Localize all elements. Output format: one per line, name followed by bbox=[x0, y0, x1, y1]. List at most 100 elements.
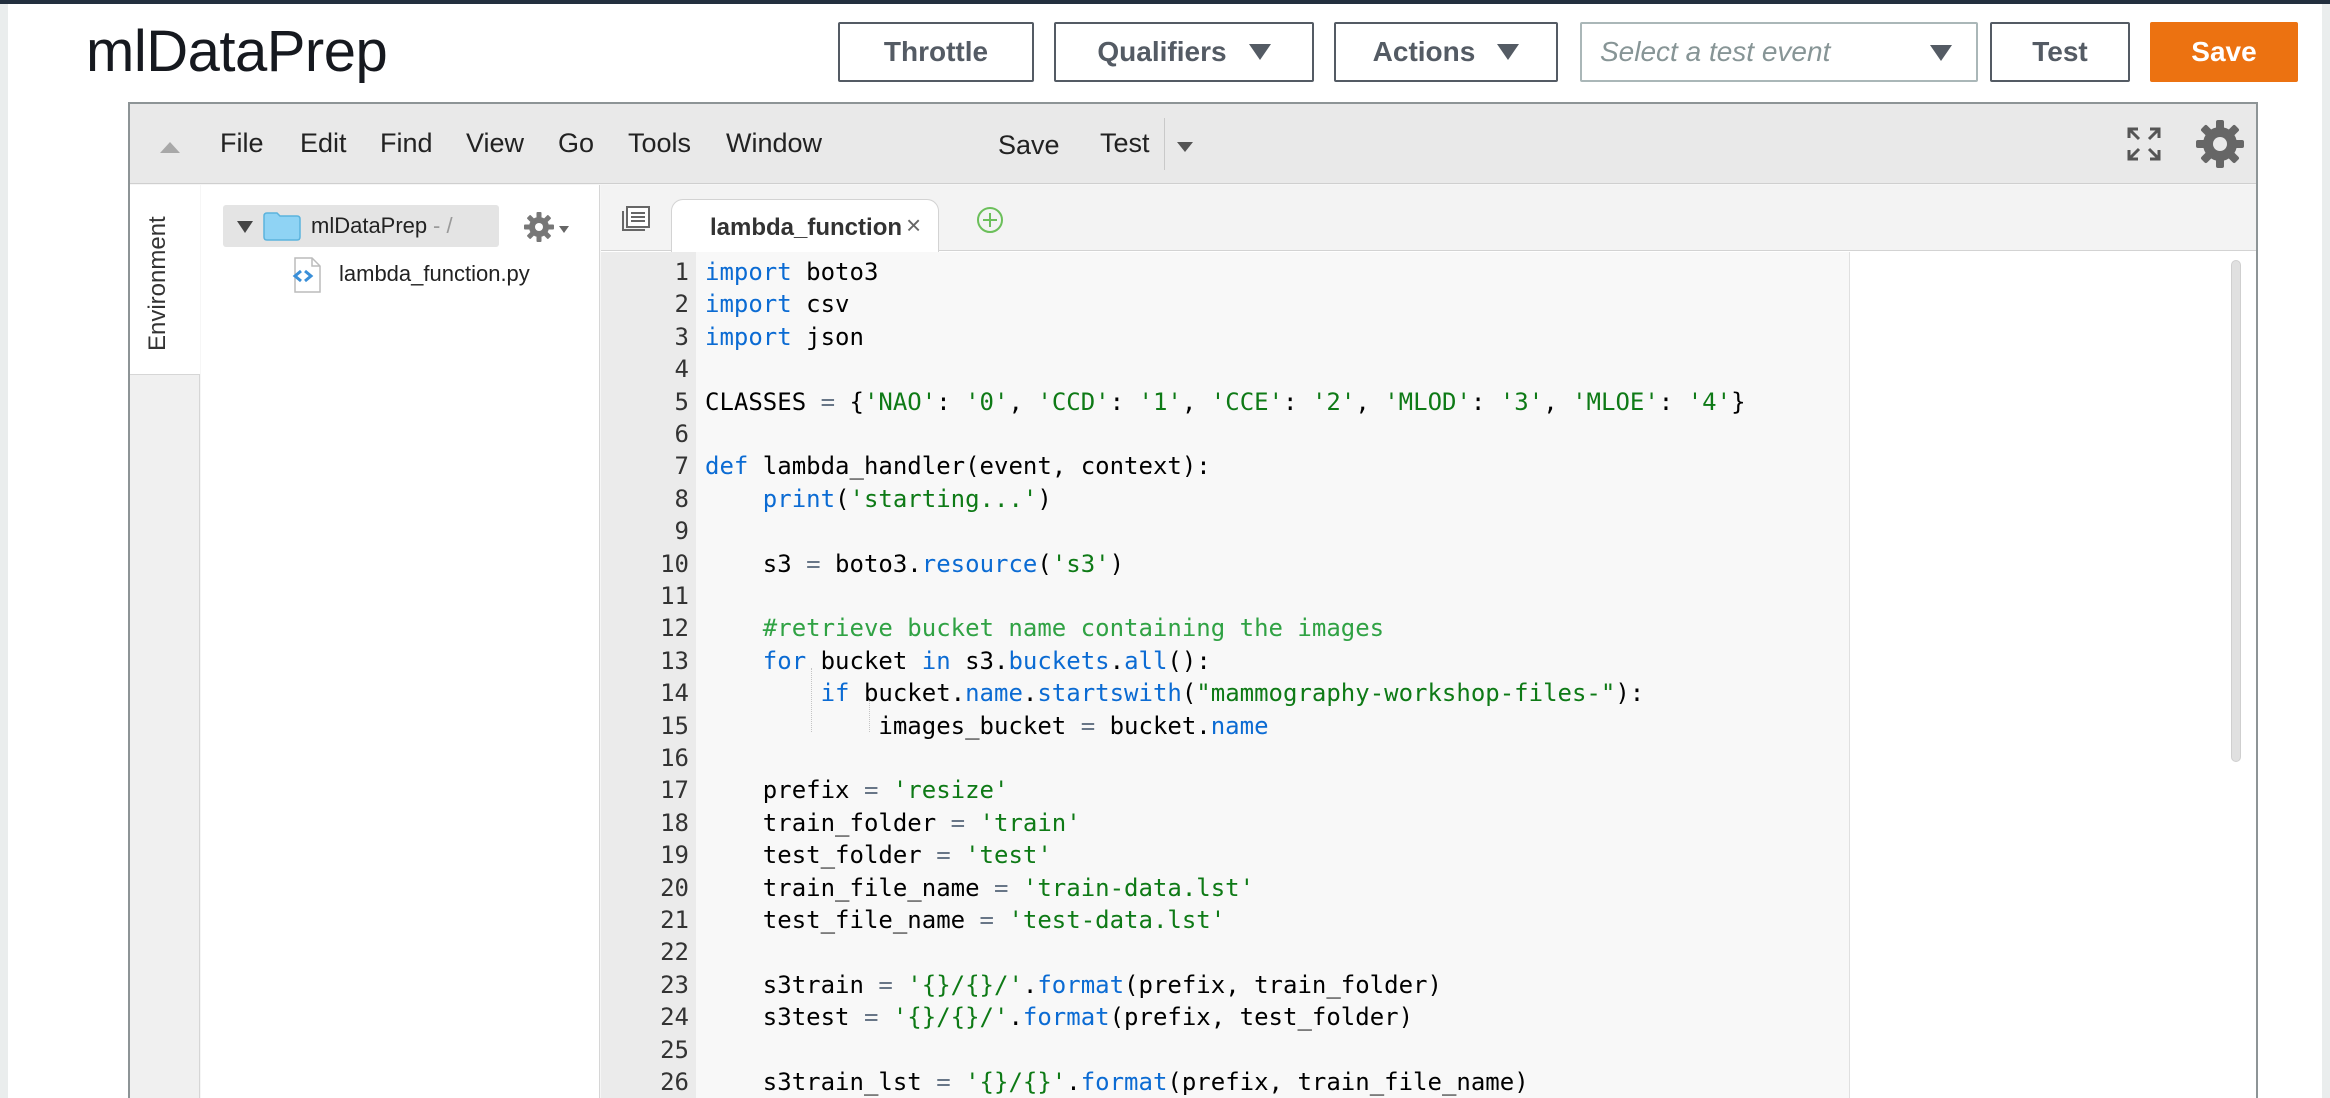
line-number: 20 bbox=[660, 873, 689, 902]
line-number: 26 bbox=[660, 1068, 689, 1096]
close-icon[interactable]: × bbox=[906, 210, 921, 241]
code-token: train_folder bbox=[705, 808, 951, 837]
folder-icon bbox=[263, 212, 301, 241]
collapse-up-icon[interactable] bbox=[160, 142, 180, 153]
code-line: images_bucket = bucket.name bbox=[705, 710, 1268, 742]
tree-settings-caret-icon[interactable] bbox=[559, 226, 569, 233]
code-token: (prefix, train_file_name) bbox=[1167, 1068, 1529, 1096]
menu-window[interactable]: Window bbox=[726, 128, 822, 159]
code-token: '{}/{}/' bbox=[892, 1003, 1009, 1032]
menu-tools[interactable]: Tools bbox=[628, 128, 691, 159]
code-line: if bucket.name.startswith("mammography-w… bbox=[705, 677, 1645, 709]
code-token: bucket. bbox=[849, 679, 966, 708]
code-token: def bbox=[705, 452, 749, 481]
scrollbar-thumb[interactable] bbox=[2231, 260, 2241, 762]
test-dropdown-icon[interactable] bbox=[1177, 142, 1193, 152]
code-text-area[interactable]: import boto3 import csv import json CLASSES… bbox=[696, 252, 2256, 1098]
caret-down-icon bbox=[1497, 44, 1520, 60]
code-token: "mammography-workshop-files-" bbox=[1196, 679, 1616, 708]
actions-button[interactable]: Actions bbox=[1334, 22, 1558, 82]
code-line: test_folder = 'test' bbox=[705, 839, 1052, 871]
code-token: 'test-data.lst' bbox=[1008, 906, 1226, 934]
code-token: '2' bbox=[1311, 387, 1356, 416]
line-number: 19 bbox=[660, 841, 689, 870]
code-token: 's3' bbox=[1051, 549, 1110, 578]
code-token: all bbox=[1124, 646, 1168, 675]
code-token: (): bbox=[1167, 646, 1211, 675]
ide-menubar: File Edit Find View Go Tools Window Save… bbox=[130, 104, 2256, 184]
menu-test-button[interactable]: Test bbox=[1100, 128, 1150, 159]
menu-find[interactable]: Find bbox=[380, 128, 433, 159]
add-tab-icon[interactable] bbox=[975, 205, 1005, 235]
line-number: 13 bbox=[660, 646, 689, 675]
test-button[interactable]: Test bbox=[1990, 22, 2130, 82]
code-line: import csv bbox=[705, 288, 850, 320]
function-title: mlDataPrep bbox=[86, 19, 388, 84]
actions-label: Actions bbox=[1372, 36, 1476, 67]
code-token: 'MLOE' bbox=[1572, 387, 1659, 416]
code-token: : bbox=[1658, 387, 1688, 416]
code-token: ( bbox=[835, 484, 850, 513]
code-token: test_folder bbox=[705, 841, 937, 870]
code-token: format bbox=[1022, 1003, 1110, 1032]
tree-root-folder[interactable]: mlDataPrep - / bbox=[223, 205, 499, 247]
line-number: 2 bbox=[674, 290, 689, 319]
line-number: 5 bbox=[674, 387, 689, 416]
menu-file[interactable]: File bbox=[220, 128, 264, 159]
test-event-placeholder: Select a test event bbox=[1600, 36, 1831, 67]
code-editor-ide: File Edit Find View Go Tools Window Save… bbox=[128, 102, 2258, 1098]
throttle-button[interactable]: Throttle bbox=[838, 22, 1034, 82]
code-token: = bbox=[820, 387, 836, 416]
code-token: boto3 bbox=[791, 258, 879, 286]
tab-list-icon[interactable] bbox=[621, 205, 651, 231]
save-label: Save bbox=[2191, 36, 2257, 67]
code-token: for bbox=[762, 646, 807, 675]
caret-down-icon bbox=[1248, 44, 1271, 60]
code-token: s3train_lst bbox=[705, 1068, 937, 1096]
code-token: import bbox=[705, 290, 792, 319]
page-gutter-right bbox=[2322, 4, 2330, 1098]
preferences-gear-icon[interactable] bbox=[2194, 118, 2246, 170]
code-token: test_file_name bbox=[705, 906, 980, 934]
menu-save-button[interactable]: Save bbox=[998, 130, 1060, 161]
caret-down-icon bbox=[1930, 45, 1952, 61]
code-token: 'train-data.lst' bbox=[1022, 873, 1255, 902]
tree-root-label: mlDataPrep bbox=[311, 213, 428, 238]
code-token: . bbox=[1022, 679, 1038, 708]
code-token: } bbox=[1731, 387, 1746, 416]
qualifiers-label: Qualifiers bbox=[1097, 36, 1227, 67]
menu-view[interactable]: View bbox=[466, 128, 524, 159]
code-token: 'CCE' bbox=[1210, 387, 1284, 416]
print-margin-line bbox=[1849, 252, 1850, 1098]
fullscreen-icon[interactable] bbox=[2126, 126, 2162, 162]
code-token: bucket bbox=[806, 646, 922, 675]
code-token: import bbox=[705, 258, 792, 286]
test-event-select[interactable]: Select a test event bbox=[1580, 22, 1978, 82]
code-token: import bbox=[705, 322, 792, 351]
line-number: 8 bbox=[674, 484, 689, 513]
tree-file-lambda-function[interactable]: lambda_function.py bbox=[339, 261, 530, 287]
tree-settings-gear-icon[interactable] bbox=[523, 211, 555, 243]
expand-triangle-icon[interactable] bbox=[237, 221, 253, 233]
code-token: format bbox=[1080, 1068, 1168, 1096]
environment-rail: Environment bbox=[130, 185, 200, 1098]
code-line: def lambda_handler(event, context): bbox=[705, 450, 1211, 482]
line-number: 22 bbox=[660, 938, 689, 967]
environment-tab[interactable]: Environment bbox=[130, 185, 200, 375]
tab-lambda-function[interactable]: lambda_function × bbox=[671, 199, 939, 252]
code-token: . bbox=[1008, 1003, 1023, 1032]
save-button[interactable]: Save bbox=[2150, 22, 2298, 82]
line-number: 15 bbox=[660, 711, 689, 740]
code-line: s3 = boto3.resource('s3') bbox=[705, 548, 1124, 580]
qualifiers-button[interactable]: Qualifiers bbox=[1054, 22, 1314, 82]
code-token: '1' bbox=[1138, 387, 1182, 416]
code-token: = bbox=[936, 1068, 951, 1096]
code-line: CLASSES = {'NAO': '0', 'CCD': '1', 'CCE'… bbox=[705, 386, 1746, 418]
menu-edit[interactable]: Edit bbox=[300, 128, 347, 159]
code-token: : bbox=[1109, 387, 1139, 416]
menu-go[interactable]: Go bbox=[558, 128, 594, 159]
